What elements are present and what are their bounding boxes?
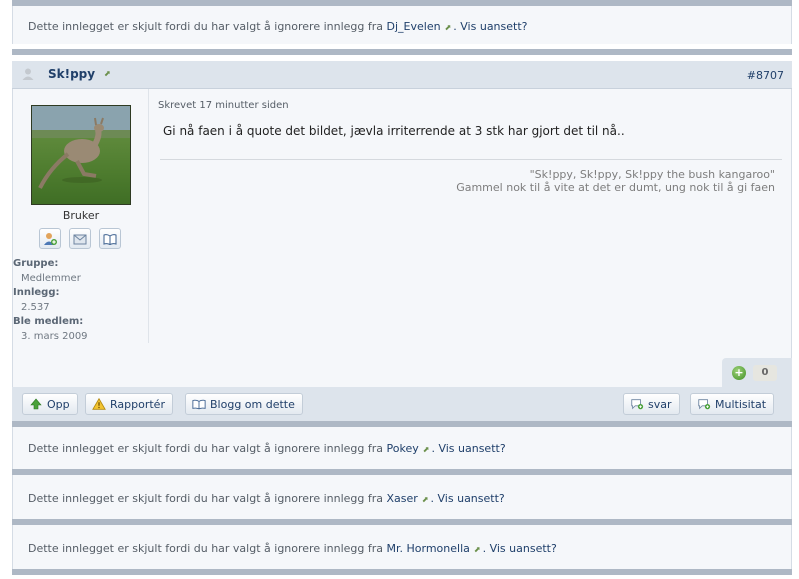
view-blog-button[interactable]: [99, 228, 121, 249]
warning-icon: [92, 397, 106, 410]
member-title: Bruker: [62, 209, 100, 222]
report-button[interactable]: Rapportér: [85, 393, 173, 415]
multiquote-icon: [698, 399, 711, 410]
book-icon: [192, 399, 206, 410]
send-message-button[interactable]: [69, 228, 91, 249]
signature-divider: [160, 159, 782, 160]
external-link-icon: ⬈: [422, 445, 430, 454]
post-separator: [12, 569, 792, 575]
up-button-label: Opp: [47, 397, 70, 411]
joined-value: 3. mars 2009: [21, 330, 88, 342]
kangaroo-image: [32, 106, 130, 189]
external-link-icon: ⬈: [421, 495, 429, 504]
reply-button-label: svar: [648, 397, 672, 411]
ignored-user-link[interactable]: Mr. Hormonella: [387, 542, 470, 555]
reputation-box: + 0: [722, 358, 792, 387]
external-link-icon: ⬈: [104, 69, 111, 78]
add-friend-icon: [44, 232, 57, 245]
post-content: Gi nå faen i å quote det bildet, jævla i…: [163, 124, 625, 138]
post-author-link[interactable]: Sk!ppy: [48, 67, 95, 81]
avatar[interactable]: [31, 105, 131, 205]
post-timestamp: Skrevet 17 minutter siden: [158, 100, 289, 111]
show-anyway-link[interactable]: . Vis uansett?: [483, 542, 557, 555]
post-separator: [12, 49, 792, 55]
reply-button[interactable]: svar: [623, 393, 680, 415]
add-friend-button[interactable]: [39, 228, 61, 249]
up-button[interactable]: Opp: [22, 393, 78, 415]
external-link-icon: ⬈: [444, 23, 452, 32]
ignored-user-link[interactable]: Dj_Evelen: [387, 20, 441, 33]
multiquote-button-label: Multisitat: [715, 397, 767, 411]
report-button-label: Rapportér: [110, 397, 165, 411]
group-value: Medlemmer: [21, 272, 81, 284]
ignored-user-link[interactable]: Pokey: [387, 442, 419, 455]
reputation-count: 0: [753, 365, 777, 381]
rep-up-icon[interactable]: +: [732, 366, 746, 380]
book-icon: [103, 233, 117, 245]
post-controls: Opp Rapportér Blogg om dette svar Multis…: [12, 387, 792, 421]
envelope-icon: [73, 234, 87, 244]
blog-this-button[interactable]: Blogg om dette: [185, 393, 303, 415]
ignored-post: Dette innlegget er skjult fordi du har v…: [12, 427, 792, 469]
post-header: Sk!ppy ⬈ #8707: [12, 61, 792, 89]
show-anyway-link[interactable]: . Vis uansett?: [431, 492, 505, 505]
posts-value: 2.537: [21, 301, 50, 313]
ignored-post-text: Dette innlegget er skjult fordi du har v…: [28, 492, 384, 505]
ignored-post-text: Dette innlegget er skjult fordi du har v…: [28, 542, 384, 555]
author-info-column: Bruker Gruppe: Medlemmer Innlegg: 2.537 …: [13, 89, 149, 343]
signature-line: Gammel nok til å vite at det er dumt, un…: [456, 181, 775, 194]
ignored-post-text: Dette innlegget er skjult fordi du har v…: [28, 442, 384, 455]
ignored-post: Dette innlegget er skjult fordi du har v…: [12, 6, 792, 44]
author-actions: [39, 228, 121, 249]
signature-line: "Sk!ppy, Sk!ppy, Sk!ppy the bush kangaro…: [529, 168, 775, 181]
signature: "Sk!ppy, Sk!ppy, Sk!ppy the bush kangaro…: [456, 168, 775, 194]
arrow-up-icon: [30, 398, 42, 410]
author-details: Gruppe: Medlemmer Innlegg: 2.537 Ble med…: [13, 257, 88, 344]
posts-label: Innlegg:: [13, 287, 60, 298]
post-body: Bruker Gruppe: Medlemmer Innlegg: 2.537 …: [12, 89, 792, 387]
multiquote-button[interactable]: Multisitat: [690, 393, 775, 415]
offline-user-icon: [22, 68, 34, 80]
show-anyway-link[interactable]: . Vis uansett?: [431, 442, 505, 455]
group-label: Gruppe:: [13, 258, 59, 269]
post-number-link[interactable]: #8707: [747, 69, 784, 82]
ignored-post-text: Dette innlegget er skjult fordi du har v…: [28, 20, 384, 33]
show-anyway-link[interactable]: . Vis uansett?: [453, 20, 527, 33]
joined-label: Ble medlem:: [13, 316, 84, 327]
ignored-post: Dette innlegget er skjult fordi du har v…: [12, 525, 792, 569]
external-link-icon: ⬈: [473, 545, 481, 554]
blog-this-button-label: Blogg om dette: [210, 397, 295, 411]
reply-quote-icon: [631, 399, 644, 410]
ignored-post: Dette innlegget er skjult fordi du har v…: [12, 475, 792, 519]
ignored-user-link[interactable]: Xaser: [387, 492, 418, 505]
